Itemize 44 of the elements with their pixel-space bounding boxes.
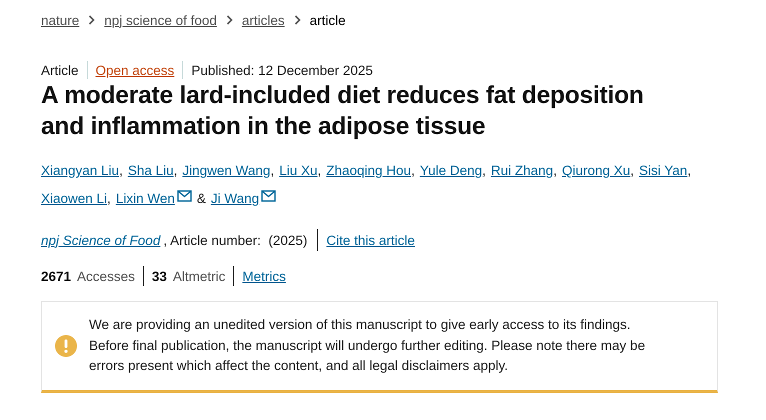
separator: ,	[553, 162, 557, 180]
author-link[interactable]: Jingwen Wang	[182, 157, 270, 185]
warning-icon	[55, 334, 77, 357]
breadcrumb-current: article	[310, 12, 346, 28]
email-icon[interactable]	[176, 190, 192, 202]
separator: ,	[411, 162, 415, 180]
notice-text: We are providing an unedited version of this manuscript to give early access to its findings. Before final publication, the manuscript will undergo further editing. Please note there may be errors present which affect the content, and all legal disclaimers apply.	[89, 316, 646, 375]
separator: ,	[270, 162, 274, 180]
separator: ,	[630, 162, 634, 180]
article-type: Article	[41, 62, 79, 78]
author-link[interactable]: Zhaoqing Hou	[326, 157, 412, 185]
author-link[interactable]: Xiangyan Liu	[41, 157, 120, 185]
author-link[interactable]: Ji Wang	[210, 185, 260, 213]
metric-count: 33 Altmetric	[152, 268, 226, 284]
open-access-link[interactable]: Open access	[96, 62, 174, 78]
breadcrumb-link[interactable]: npj science of food	[104, 12, 217, 28]
chevron-icon	[88, 15, 96, 25]
cite-link[interactable]: Cite this article	[326, 232, 415, 248]
author-link[interactable]: Yule Deng	[420, 157, 482, 185]
author-link[interactable]: Rui Zhang	[490, 157, 554, 185]
metric-count: 2671 Accesses	[41, 268, 135, 284]
separator: ,	[317, 162, 322, 180]
breadcrumb-link[interactable]: articles	[242, 12, 285, 28]
chevron-icon	[294, 15, 301, 25]
separator: ,	[482, 162, 486, 180]
journal-link[interactable]: npj Science of Food	[41, 232, 160, 248]
author-link[interactable]: Qiurong Xu	[562, 157, 630, 185]
separator: &	[196, 190, 206, 208]
email-icon[interactable]	[261, 190, 276, 202]
author-link[interactable]: Lixin Wen	[116, 185, 175, 213]
author-link[interactable]: Liu Xu	[279, 157, 318, 185]
article-number: , Article number: (2025)	[163, 232, 308, 248]
metrics-link[interactable]: Metrics	[242, 268, 286, 284]
article-title: A moderate lard-included diet reduces fat deposition and inflammation in the adipose tissue	[41, 81, 645, 142]
chevron-icon	[226, 15, 233, 25]
separator: ,	[687, 162, 692, 180]
author-link[interactable]: Sisi Yan	[639, 157, 688, 185]
published-date: Published: 12 December 2025	[191, 62, 373, 78]
author-link[interactable]: Xiaowen Li	[41, 185, 108, 213]
separator: ,	[119, 162, 123, 180]
separator: ,	[174, 162, 178, 180]
author-link[interactable]: Sha Liu	[128, 157, 174, 185]
separator: ,	[107, 190, 111, 208]
breadcrumb-link[interactable]: nature	[41, 12, 80, 28]
